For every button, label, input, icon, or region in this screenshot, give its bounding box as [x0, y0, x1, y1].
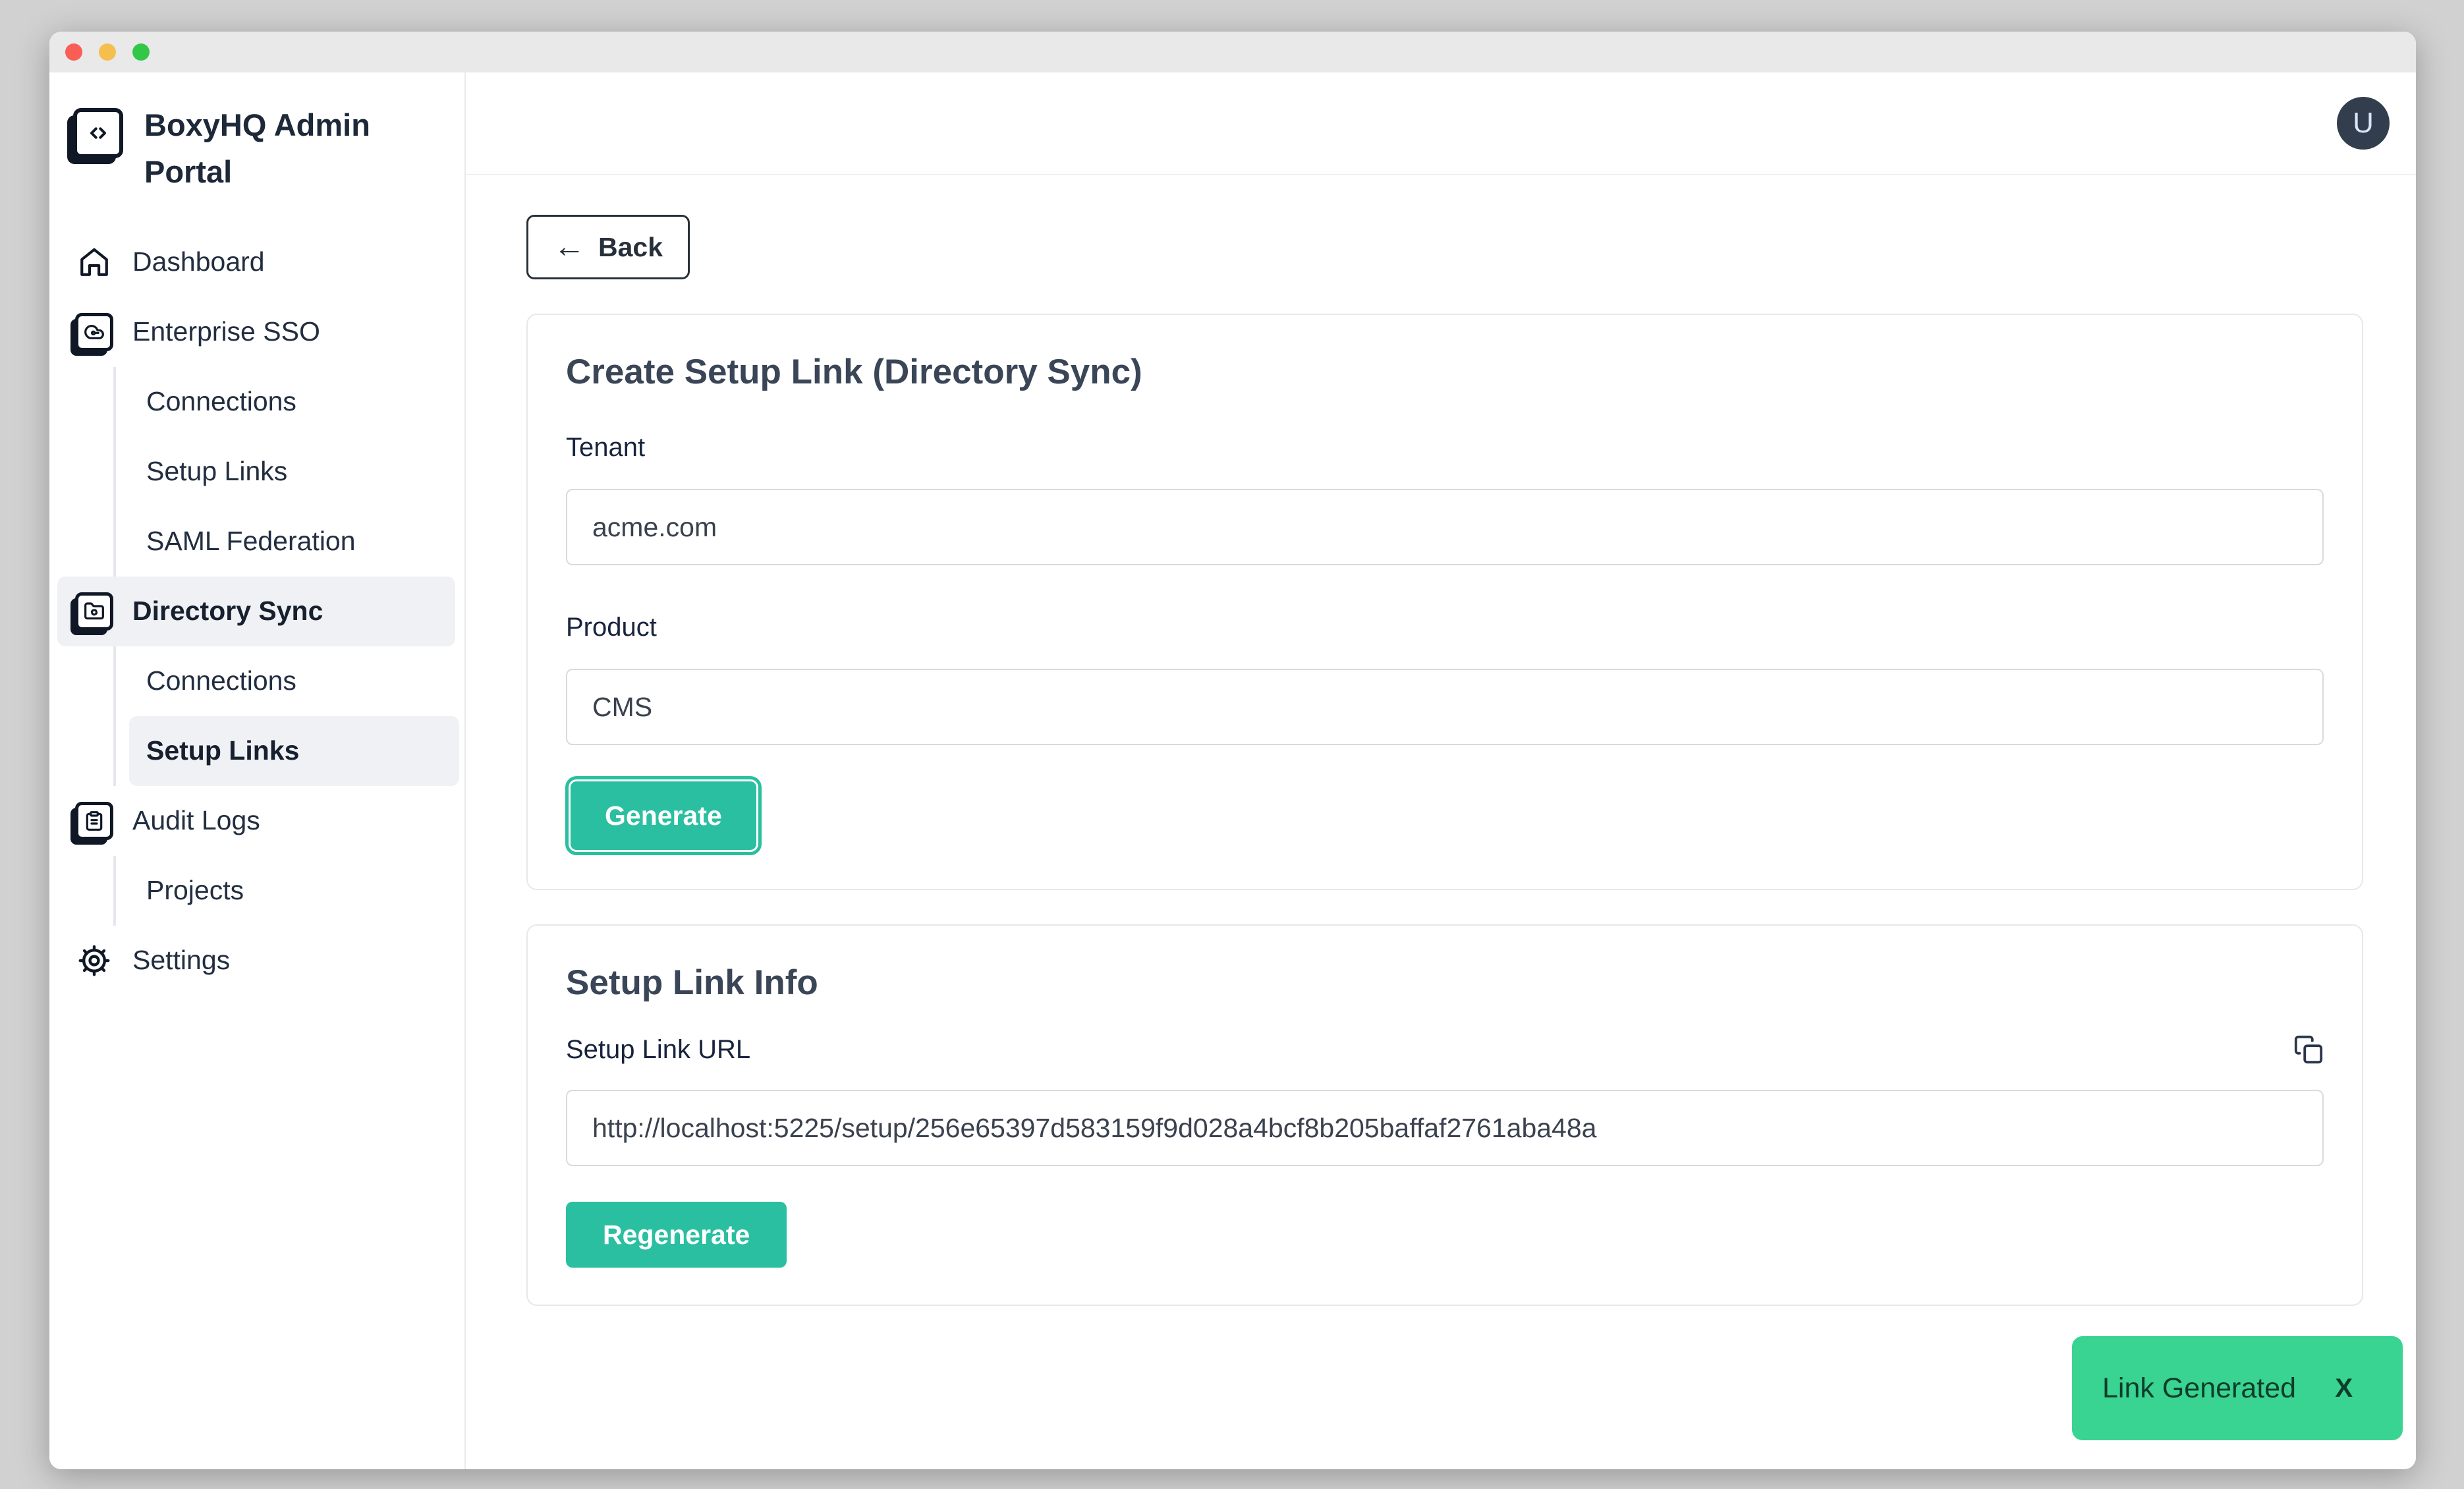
sidebar-item-label: Projects	[146, 875, 244, 906]
toast-close-button[interactable]: X	[2335, 1374, 2353, 1403]
card-title: Setup Link Info	[566, 963, 2324, 1003]
toast-link-generated: Link Generated X	[2072, 1336, 2403, 1440]
audit-logs-subgroup: Projects	[113, 856, 464, 926]
copy-button[interactable]	[2293, 1034, 2324, 1065]
sidebar-item-directory-sync[interactable]: Directory Sync	[57, 576, 455, 646]
back-button[interactable]: ← Back	[526, 215, 690, 279]
sidebar-item-label: Settings	[132, 945, 230, 976]
copy-icon	[2293, 1034, 2324, 1065]
setup-link-url-label: Setup Link URL	[566, 1035, 750, 1065]
arrow-left-icon: ←	[553, 231, 585, 263]
product-label: Product	[566, 613, 2324, 642]
top-header: U	[466, 72, 2416, 175]
sidebar-item-label: Setup Links	[146, 456, 287, 487]
sidebar-item-dashboard[interactable]: Dashboard	[57, 227, 455, 297]
close-button[interactable]	[65, 43, 82, 61]
sidebar-item-ds-connections[interactable]: Connections	[129, 646, 459, 716]
card-title: Create Setup Link (Directory Sync)	[566, 352, 2324, 392]
sidebar-item-label: Audit Logs	[132, 805, 260, 836]
create-setup-link-card: Create Setup Link (Directory Sync) Tenan…	[526, 314, 2363, 890]
sidebar-item-enterprise-sso[interactable]: Enterprise SSO	[57, 297, 455, 367]
sidebar-item-label: Connections	[146, 386, 296, 417]
sidebar-item-label: Dashboard	[132, 246, 265, 277]
sidebar-item-label: Connections	[146, 665, 296, 696]
avatar[interactable]: U	[2337, 97, 2390, 150]
generate-button[interactable]: Generate	[569, 779, 758, 852]
product-input[interactable]	[566, 669, 2324, 745]
sidebar-item-ds-setup-links[interactable]: Setup Links	[129, 716, 459, 786]
sidebar-item-saml-federation[interactable]: SAML Federation	[129, 507, 459, 576]
sidebar-item-label: SAML Federation	[146, 526, 356, 557]
app-title: BoxyHQ Admin Portal	[144, 101, 388, 196]
directory-sync-subgroup: Connections Setup Links	[113, 646, 464, 786]
sidebar-item-label: Setup Links	[146, 735, 299, 766]
page-content: ← Back Create Setup Link (Directory Sync…	[466, 175, 2416, 1469]
toast-message: Link Generated	[2102, 1372, 2296, 1405]
sidebar-item-settings[interactable]: Settings	[57, 926, 455, 996]
regenerate-button[interactable]: Regenerate	[566, 1202, 787, 1268]
maximize-button[interactable]	[132, 43, 150, 61]
clipboard-keycap-icon	[73, 802, 115, 840]
folder-keycap-icon	[73, 592, 115, 631]
sidebar-item-sso-connections[interactable]: Connections	[129, 367, 459, 437]
home-icon	[73, 246, 115, 279]
sidebar-item-audit-logs[interactable]: Audit Logs	[57, 786, 455, 856]
sidebar-item-sso-setup-links[interactable]: Setup Links	[129, 437, 459, 507]
setup-link-info-card: Setup Link Info Setup Link URL Regenerat…	[526, 924, 2363, 1306]
sidebar: BoxyHQ Admin Portal Dashboard	[49, 72, 466, 1469]
minimize-button[interactable]	[99, 43, 116, 61]
tenant-label: Tenant	[566, 433, 2324, 463]
app-window: BoxyHQ Admin Portal Dashboard	[49, 32, 2416, 1469]
sidebar-item-projects[interactable]: Projects	[129, 856, 459, 926]
gear-icon	[73, 944, 115, 977]
setup-link-url-input[interactable]	[566, 1090, 2324, 1166]
window-titlebar	[49, 32, 2416, 72]
cloud-keycap-icon	[73, 313, 115, 351]
code-keycap-icon	[73, 108, 123, 158]
sidebar-item-label: Directory Sync	[132, 596, 323, 627]
sidebar-item-label: Enterprise SSO	[132, 316, 320, 347]
tenant-input[interactable]	[566, 489, 2324, 565]
enterprise-sso-subgroup: Connections Setup Links SAML Federation	[113, 367, 464, 576]
brand: BoxyHQ Admin Portal	[49, 101, 464, 196]
